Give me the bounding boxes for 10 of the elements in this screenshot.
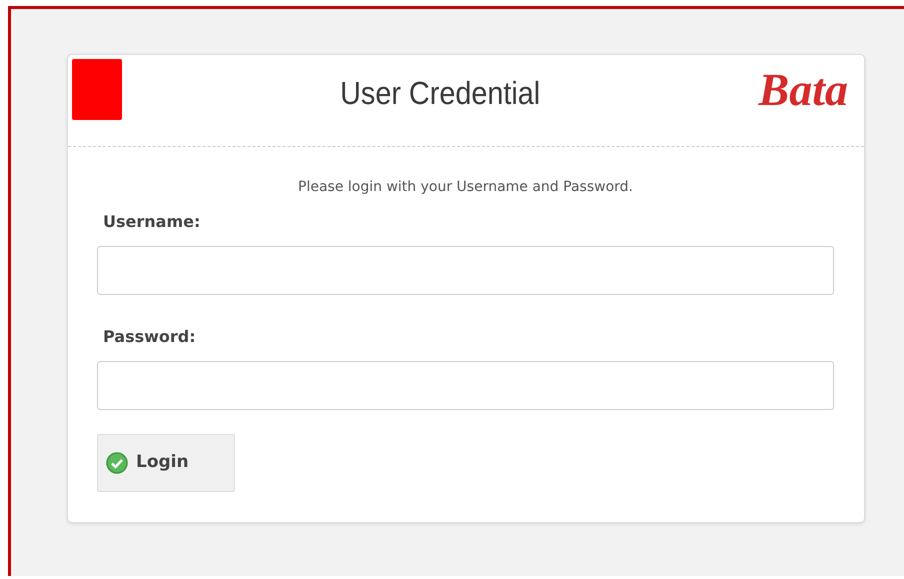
brand-logo: Bata (758, 67, 848, 113)
field-label: Username: (103, 211, 202, 233)
input-field[interactable] (97, 361, 834, 410)
field-label: Password: (103, 326, 197, 348)
input-field[interactable] (97, 246, 834, 295)
intro-text: Please login with your Username and Password. (297, 178, 634, 197)
check-icon (106, 452, 128, 474)
card-title: User Credential (340, 74, 540, 113)
login-button[interactable]: Login (97, 434, 235, 492)
square-logo-icon (72, 59, 122, 120)
